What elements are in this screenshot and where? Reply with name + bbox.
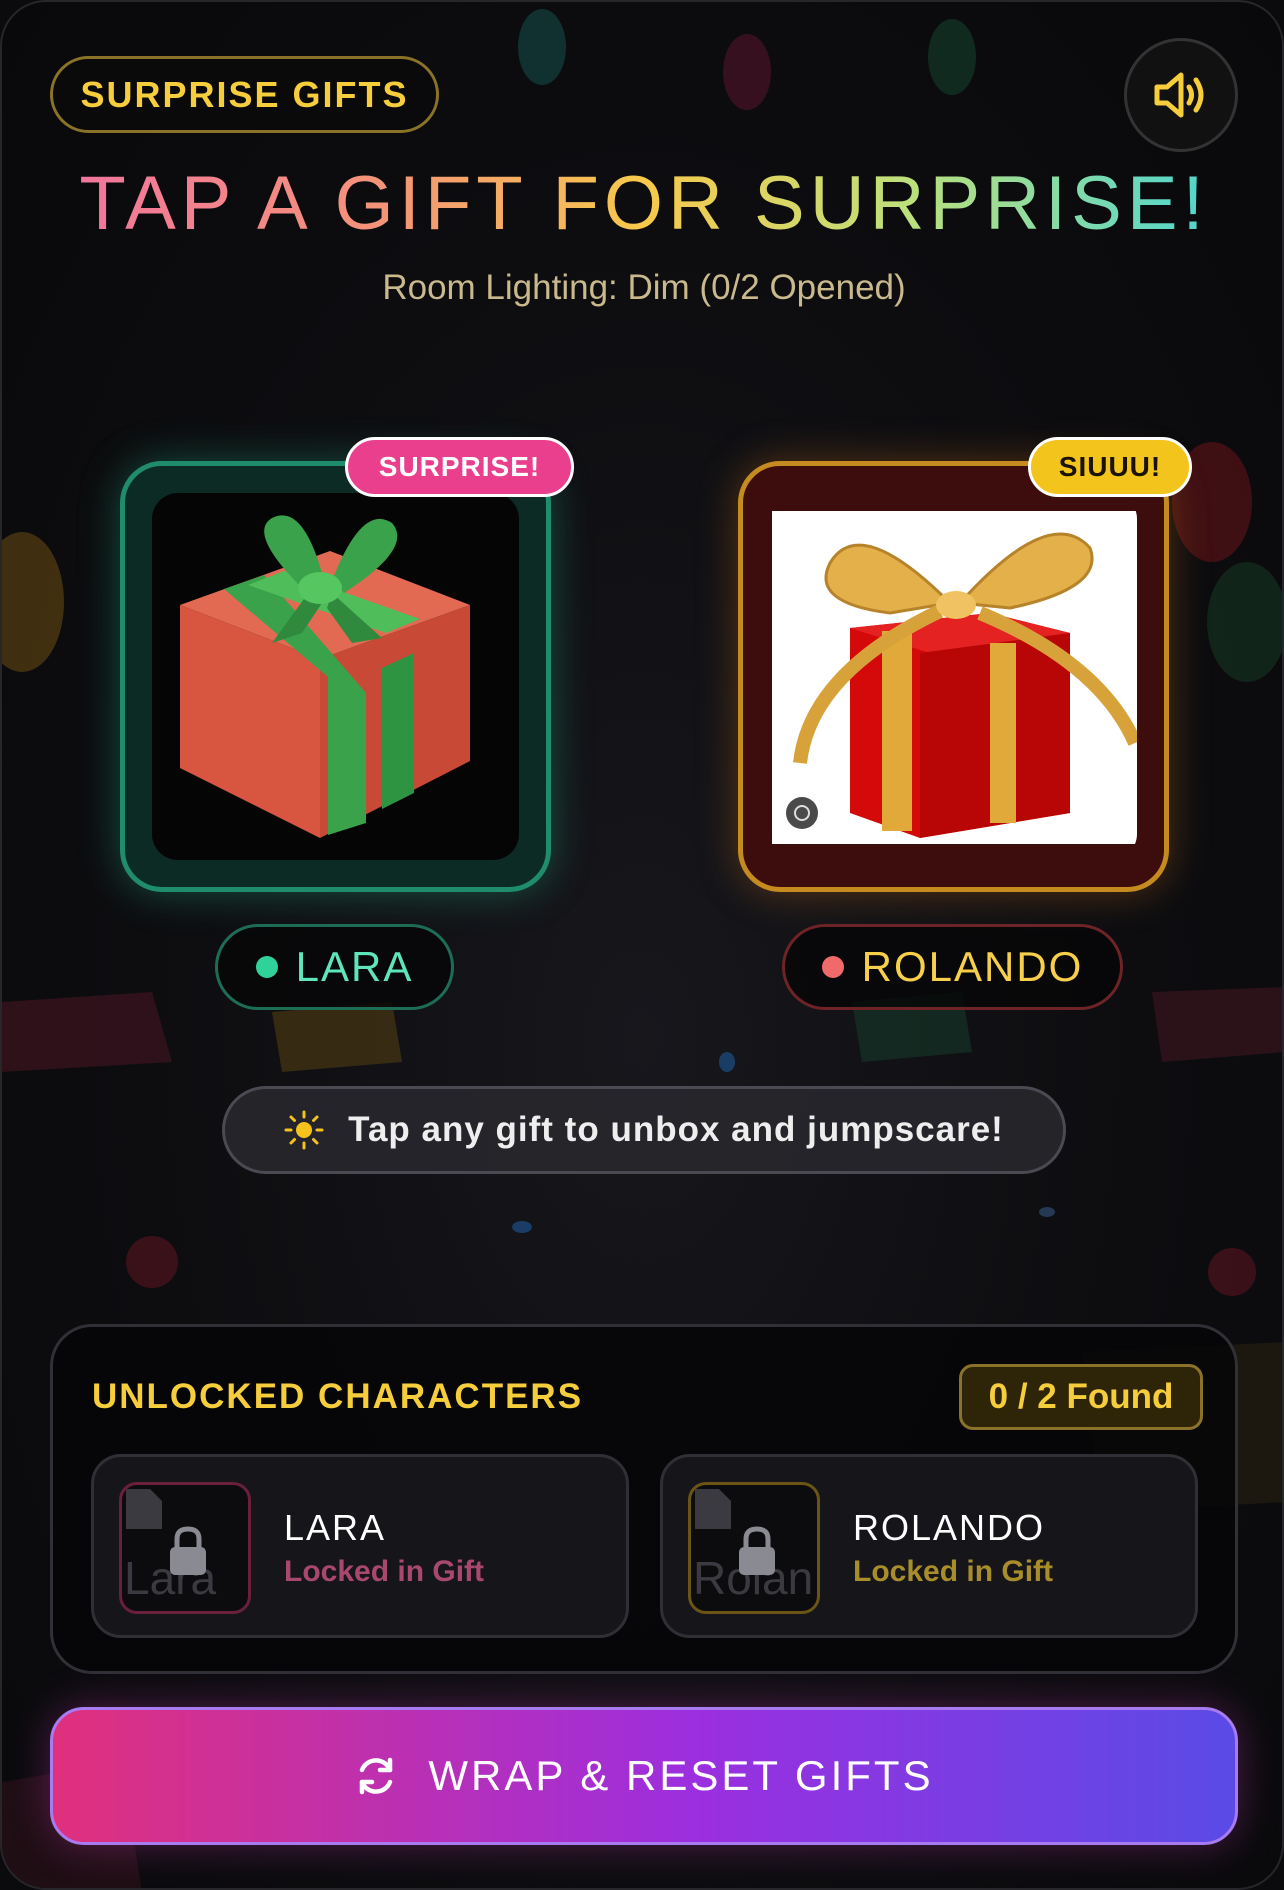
gift-image-photo [770,493,1137,860]
gift-name-lara: LARA [215,924,454,1010]
pixel-gift-icon [180,515,470,838]
brand-label: SURPRISE GIFTS [80,73,409,115]
gift-card-lara[interactable] [120,461,551,892]
room-lighting-status: Room Lighting: Dim (0/2 Opened) [382,268,906,307]
speaker-volume-icon [1154,72,1204,118]
character-card-rolando[interactable]: Rolan ROLANDO Locked in Gift [660,1454,1198,1638]
panel-title: UNLOCKED CHARACTERS [92,1377,584,1416]
gift-name-label: LARA [295,943,414,990]
gift-name-rolando: ROLANDO [782,924,1123,1010]
reset-button-label: WRAP & RESET GIFTS [428,1752,934,1799]
status-dot [255,956,278,978]
unlocked-characters-panel: UNLOCKED CHARACTERS 0 / 2 Found Lara LAR… [50,1324,1238,1674]
gift-badge-siuuu: SIUUU! [1028,437,1192,497]
character-name: ROLANDO [853,1507,1046,1548]
sound-toggle-button[interactable] [1124,38,1238,152]
status-dot [821,956,844,978]
broken-image-icon [126,1489,162,1529]
character-name: LARA [284,1507,387,1548]
sun-icon [284,1110,324,1150]
gift-image-pixel [152,493,519,860]
character-status: Locked in Gift [284,1555,485,1588]
character-thumbnail: Rolan [688,1482,820,1614]
wrap-reset-button[interactable]: WRAP & RESET GIFTS [50,1707,1238,1845]
character-card-lara[interactable]: Lara LARA Locked in Gift [91,1454,629,1638]
refresh-icon [360,1757,393,1795]
app-frame: SURPRISE GIFTS TAP A GIFT FOR SURPRISE! … [0,0,1284,1890]
found-count-badge: 0 / 2 Found [959,1364,1203,1430]
broken-image-icon [695,1489,731,1529]
lock-icon [170,1526,206,1575]
character-status: Locked in Gift [853,1555,1054,1588]
hint-text: Tap any gift to unbox and jumpscare! [348,1110,1004,1149]
red-gift-icon [772,511,1137,844]
brand-pill: SURPRISE GIFTS [50,56,439,133]
character-thumbnail: Lara [119,1482,251,1614]
hint-banner: Tap any gift to unbox and jumpscare! [222,1086,1066,1174]
lock-icon [739,1526,775,1575]
gift-badge-surprise: SURPRISE! [345,437,574,497]
gift-card-rolando[interactable] [738,461,1169,892]
gift-name-label: ROLANDO [861,943,1084,990]
page-title: TAP A GIFT FOR SURPRISE! [2,160,1282,247]
